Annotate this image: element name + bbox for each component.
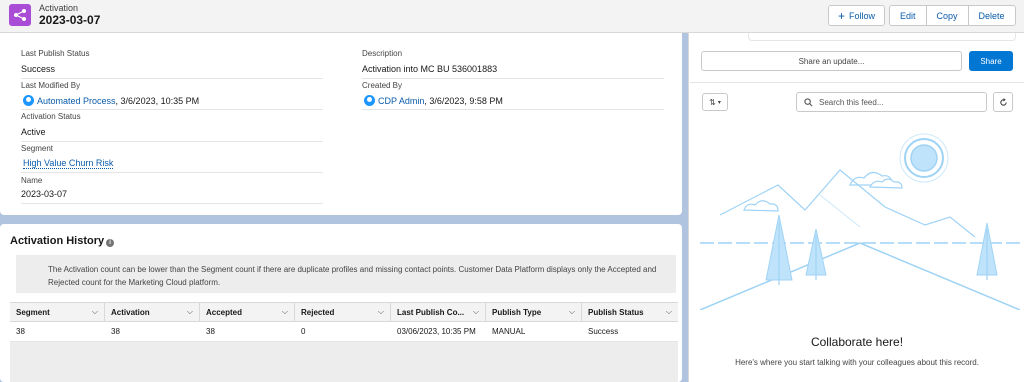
table-row: 38 38 38 0 03/06/2023, 10:35 PM MANUAL S… xyxy=(10,322,678,342)
field-label-name: Name xyxy=(21,176,43,185)
field-label-description: Description xyxy=(362,49,403,58)
user-avatar-icon xyxy=(364,95,375,106)
refresh-feed-button[interactable] xyxy=(993,92,1013,112)
feed-tab-strip xyxy=(748,33,1016,41)
chevron-down-icon: ▾ xyxy=(717,99,721,106)
cell-rejected: 0 xyxy=(301,327,306,336)
cell-last-publish: 03/06/2023, 10:35 PM xyxy=(397,327,476,336)
details-card xyxy=(0,33,682,215)
divider xyxy=(362,109,664,110)
search-feed-input[interactable]: Search this feed... xyxy=(796,92,987,112)
chevron-down-icon[interactable]: ⌵ xyxy=(92,307,98,317)
column-header-publish-status[interactable]: Publish Status ⌵ xyxy=(582,303,678,321)
field-value-created-by: CDP Admin, 3/6/2023, 9:58 PM xyxy=(364,95,503,106)
search-icon xyxy=(804,97,813,106)
field-value-activation-status: Active xyxy=(21,127,46,137)
scrollbar[interactable] xyxy=(683,33,687,382)
divider xyxy=(690,82,1024,83)
field-value-last-publish-status: Success xyxy=(21,64,56,74)
cell-publish-type: MANUAL xyxy=(492,327,526,336)
field-label-last-publish-status: Last Publish Status xyxy=(21,49,90,58)
field-value-description: Activation into MC BU 536001883 xyxy=(362,64,498,74)
last-modified-date: , 3/6/2023, 10:35 PM xyxy=(115,96,200,106)
table-empty-area xyxy=(10,342,678,382)
divider xyxy=(21,78,323,79)
activation-history-title: Activation History i xyxy=(10,235,115,247)
field-label-segment: Segment xyxy=(21,144,54,153)
created-date: , 3/6/2023, 9:58 PM xyxy=(424,96,503,106)
last-modified-user-link[interactable]: Automated Process xyxy=(37,96,116,106)
user-avatar-icon xyxy=(23,95,34,106)
column-header-segment[interactable]: Segment ⌵ xyxy=(10,303,105,321)
field-label-created-by: Created By xyxy=(362,81,403,90)
column-header-activation[interactable]: Activation ⌵ xyxy=(105,303,200,321)
chevron-down-icon[interactable]: ⌵ xyxy=(666,307,672,317)
refresh-icon xyxy=(999,97,1007,106)
column-header-publish-type[interactable]: Publish Type ⌵ xyxy=(486,303,582,321)
delete-button[interactable]: Delete xyxy=(968,6,1015,25)
follow-button[interactable]: + Follow xyxy=(829,6,885,25)
share-update-input[interactable]: Share an update... xyxy=(701,51,962,71)
chevron-down-icon[interactable]: ⌵ xyxy=(569,307,575,317)
divider xyxy=(21,141,323,142)
follow-button-group: + Follow xyxy=(828,5,886,26)
record-header: Activation 2023-03-07 + Follow Edit Copy… xyxy=(0,0,1024,33)
segment-link[interactable]: High Value Churn Risk xyxy=(23,158,114,169)
field-value-last-modified-by: Automated Process, 3/6/2023, 10:35 PM xyxy=(23,95,199,106)
column-header-last-publish[interactable]: Last Publish Co... ⌵ xyxy=(391,303,486,321)
divider xyxy=(362,78,664,79)
chevron-down-icon[interactable]: ⌵ xyxy=(282,307,288,317)
created-by-user-link[interactable]: CDP Admin xyxy=(378,96,424,106)
column-header-accepted[interactable]: Accepted ⌵ xyxy=(200,303,295,321)
activation-count-notice: The Activation count can be lower than t… xyxy=(16,255,676,293)
sort-icon: ⇅ xyxy=(709,97,716,107)
divider xyxy=(21,109,323,110)
cell-activation: 38 xyxy=(111,327,120,336)
record-title: 2023-03-07 xyxy=(39,13,101,27)
record-actions: Edit Copy Delete xyxy=(889,5,1016,26)
activation-object-icon xyxy=(9,4,31,26)
info-icon[interactable]: i xyxy=(106,239,115,247)
column-header-rejected[interactable]: Rejected ⌵ xyxy=(295,303,391,321)
object-type-label: Activation xyxy=(39,3,79,13)
field-value-name: 2023-03-07 xyxy=(21,189,68,199)
chevron-down-icon[interactable]: ⌵ xyxy=(187,307,193,317)
chevron-down-icon[interactable]: ⌵ xyxy=(378,307,384,317)
collaborate-text: Here's where you start talking with your… xyxy=(735,358,979,367)
field-label-activation-status: Activation Status xyxy=(21,112,81,121)
collaborate-title: Collaborate here! xyxy=(810,335,904,349)
cell-publish-status: Success xyxy=(588,327,619,336)
divider xyxy=(21,172,323,173)
plus-icon: + xyxy=(838,8,846,23)
chevron-down-icon[interactable]: ⌵ xyxy=(473,307,479,317)
cell-segment: 38 xyxy=(16,327,25,336)
cell-accepted: 38 xyxy=(206,327,215,336)
edit-button[interactable]: Edit xyxy=(890,6,927,25)
share-button[interactable]: Share xyxy=(969,51,1013,71)
copy-button[interactable]: Copy xyxy=(926,6,969,25)
divider xyxy=(21,203,323,204)
sort-feed-button[interactable]: ⇅ ▾ xyxy=(702,93,728,111)
history-table-header: Segment ⌵ Activation ⌵ Accepted ⌵ Rejected ⌵… xyxy=(10,302,678,322)
field-label-last-modified-by: Last Modified By xyxy=(21,81,81,90)
collaboration-illustration xyxy=(700,133,1020,310)
